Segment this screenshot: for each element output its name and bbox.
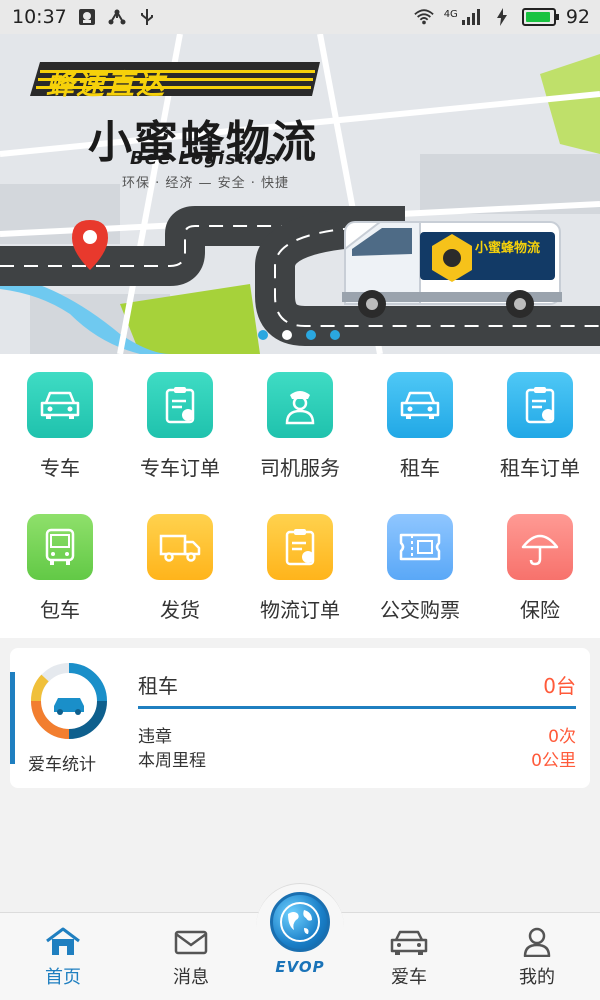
stats-row-value: 0公里 (531, 751, 576, 771)
stats-row-value: 0次 (548, 727, 576, 747)
app-notification-icon (77, 7, 97, 27)
stats-row-label: 本周里程 (138, 751, 206, 771)
service-label: 公交购票 (380, 598, 460, 622)
carousel-dot[interactable] (258, 330, 268, 340)
usb-icon (137, 7, 157, 27)
service-rental-order[interactable]: 租车订单 (480, 354, 600, 484)
car-icon (27, 372, 93, 438)
stats-accent-bar (10, 672, 15, 764)
promo-banner[interactable]: 蜂速直达 小蜜蜂物流 Bee Logistics 环保 · 经济 — 安全 · … (0, 34, 600, 354)
stats-main-value: 0台 (543, 674, 576, 698)
nav-home[interactable]: 首页 (18, 927, 108, 997)
service-insurance[interactable]: 保险 (480, 496, 600, 626)
bottom-nav: 首页 消息 EVOP 爱车 我的 (0, 883, 600, 1000)
envelope-icon (174, 930, 208, 955)
battery-percent: 92 (565, 6, 590, 28)
signal-icon: 4G (444, 9, 482, 25)
nav-center-evop[interactable]: EVOP (256, 883, 344, 1000)
nav-messages-label: 消息 (173, 967, 209, 988)
service-label: 物流订单 (260, 598, 340, 622)
carousel-dot[interactable] (330, 330, 340, 340)
service-label: 租车 (400, 456, 440, 480)
carousel-dot-active[interactable] (282, 330, 292, 340)
service-special-car[interactable]: 专车 (0, 354, 120, 484)
service-bus-ticket[interactable]: 公交购票 (360, 496, 480, 626)
driver-icon (267, 372, 333, 438)
service-shipping[interactable]: 发货 (120, 496, 240, 626)
service-driver[interactable]: 司机服务 (240, 354, 360, 484)
logistics-order-icon (267, 514, 333, 580)
nav-mine-label: 我的 (519, 967, 555, 988)
rental-order-icon (507, 372, 573, 438)
evop-logo-text: EVOP (275, 958, 325, 976)
stats-row-mileage: 本周里程 0公里 (138, 746, 576, 771)
status-left: 10:37 (12, 6, 157, 28)
nav-home-label: 首页 (45, 967, 81, 988)
service-label: 保险 (520, 598, 560, 622)
stats-ring-icon (31, 663, 107, 739)
wifi-icon (413, 7, 434, 27)
service-special-car-order[interactable]: 专车订单 (120, 354, 240, 484)
stats-caption: 爱车统计 (28, 755, 96, 775)
status-right: 4G 92 (413, 6, 590, 28)
home-icon (46, 927, 80, 955)
user-icon (523, 927, 551, 957)
service-label: 发货 (160, 598, 200, 622)
share-network-icon (107, 7, 127, 27)
service-label: 租车订单 (500, 456, 580, 480)
battery-level (525, 12, 550, 22)
slogan-text: 蜂速直达 (46, 68, 167, 101)
service-label: 专车订单 (140, 456, 220, 480)
stats-row-violations: 违章 0次 (138, 722, 576, 747)
status-bar: 10:37 4G 92 (0, 0, 600, 34)
car-outline-icon (390, 930, 428, 955)
stats-main-row: 租车 0台 (138, 670, 576, 699)
battery-icon (521, 8, 559, 26)
globe-icon (270, 892, 330, 952)
ticket-icon (387, 514, 453, 580)
status-time: 10:37 (12, 6, 67, 28)
slogan-badge: 蜂速直达 (36, 62, 316, 104)
service-grid: 专车 专车订单 司机服务 租车 租车订单 包车 发货 物流订单 公交购票 保险 (0, 354, 600, 638)
bus-icon (27, 514, 93, 580)
nav-mine[interactable]: 我的 (492, 927, 582, 997)
charging-icon (492, 7, 512, 27)
carousel-dots[interactable] (258, 330, 340, 340)
umbrella-icon (507, 514, 573, 580)
order-special-icon (147, 372, 213, 438)
service-label: 包车 (40, 598, 80, 622)
carousel-dot[interactable] (306, 330, 316, 340)
nav-car-label: 爱车 (391, 967, 427, 988)
service-label: 专车 (40, 456, 80, 480)
stats-main-label: 租车 (138, 674, 178, 698)
service-rental[interactable]: 租车 (360, 354, 480, 484)
truck-icon (147, 514, 213, 580)
network-type: 4G (443, 9, 458, 20)
nav-messages[interactable]: 消息 (146, 927, 236, 997)
stats-row-label: 违章 (138, 727, 172, 747)
car-stats-card[interactable]: 爱车统计 租车 0台 违章 0次 本周里程 0公里 (10, 648, 590, 788)
brand-subtitle: Bee Logistics (130, 148, 278, 169)
rental-car-icon (387, 372, 453, 438)
nav-car[interactable]: 爱车 (364, 927, 454, 997)
van-brand-label: 小蜜蜂物流 (475, 241, 541, 256)
stats-divider (138, 706, 576, 709)
brand-tagline: 环保 · 经济 — 安全 · 快捷 (122, 176, 290, 191)
service-logistics-order[interactable]: 物流订单 (240, 496, 360, 626)
stats-details: 租车 0台 违章 0次 本周里程 0公里 (138, 648, 576, 788)
service-label: 司机服务 (260, 456, 340, 480)
service-charter[interactable]: 包车 (0, 496, 120, 626)
